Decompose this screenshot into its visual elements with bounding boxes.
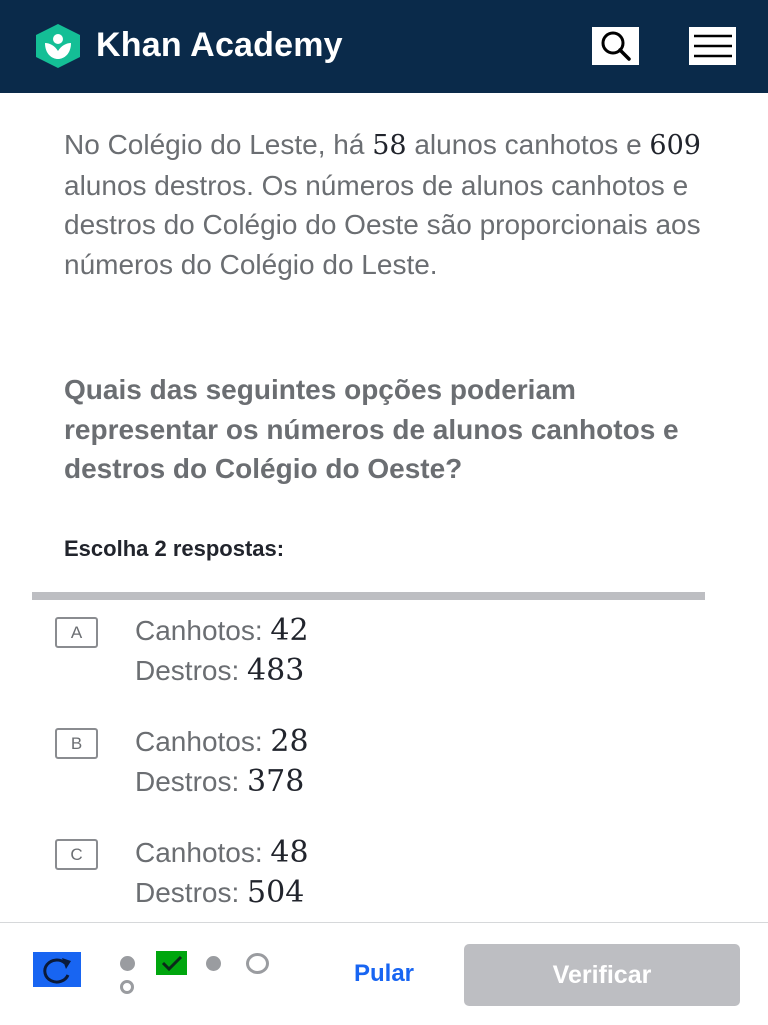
choice-value: 378 — [247, 764, 305, 799]
top-nav-bar: Khan Academy — [0, 0, 768, 93]
progress-correct-mark — [156, 951, 187, 975]
choice-value: 483 — [247, 653, 305, 688]
choice-label: Destros: — [135, 877, 248, 908]
skip-button[interactable]: Pular — [354, 960, 414, 988]
choice-text[interactable]: Canhotos: 48 Destros: 504 — [135, 833, 309, 913]
choice-label: Destros: — [135, 766, 248, 797]
choice-letter-box[interactable]: B — [55, 728, 98, 759]
question-text-part: No Colégio do Leste, há — [64, 129, 373, 160]
choice-c[interactable]: C Canhotos: 48 Destros: 504 — [55, 835, 655, 934]
progress-dot-current — [246, 953, 269, 974]
choice-label: Canhotos: — [135, 615, 271, 646]
question-text-part: alunos canhotos e — [406, 129, 650, 160]
choice-value: 42 — [270, 613, 309, 648]
exercise-footer: Pular Verificar — [0, 922, 768, 1025]
right-handed-count: 609 — [649, 130, 701, 161]
question-body: No Colégio do Leste, há 58 alunos canhot… — [64, 125, 714, 284]
verify-button[interactable]: Verificar — [464, 944, 740, 1006]
choice-label: Destros: — [135, 655, 248, 686]
choice-value: 504 — [247, 875, 305, 910]
choice-letter-box[interactable]: A — [55, 617, 98, 648]
choice-letter-box[interactable]: C — [55, 839, 98, 870]
menu-button[interactable] — [689, 27, 736, 65]
choice-b[interactable]: B Canhotos: 28 Destros: 378 — [55, 724, 655, 823]
progress-dot — [120, 956, 135, 971]
search-button[interactable] — [592, 27, 639, 65]
divider — [32, 592, 705, 600]
question-text-part: alunos destros. Os números de alunos can… — [64, 169, 701, 280]
choice-label: Canhotos: — [135, 726, 271, 757]
khan-academy-logo-icon[interactable] — [33, 24, 83, 68]
answer-instruction: Escolha 2 respostas: — [64, 536, 285, 561]
choice-value: 28 — [270, 724, 309, 759]
brand-name[interactable]: Khan Academy — [96, 26, 343, 65]
progress-dot — [120, 980, 134, 994]
question-text: No Colégio do Leste, há 58 alunos canhot… — [64, 125, 714, 284]
restart-button[interactable] — [33, 952, 81, 987]
question-prompt: Quais das seguintes opções poderiam repr… — [64, 374, 679, 484]
choice-value: 48 — [270, 835, 309, 870]
checkmark-icon — [161, 955, 182, 972]
choice-text[interactable]: Canhotos: 42 Destros: 483 — [135, 611, 309, 691]
choice-label: Canhotos: — [135, 837, 271, 868]
search-icon — [601, 31, 631, 61]
progress-dot — [206, 956, 221, 971]
refresh-icon — [43, 957, 71, 984]
choice-a[interactable]: A Canhotos: 42 Destros: 483 — [55, 613, 655, 712]
hamburger-menu-icon — [693, 34, 732, 58]
choice-text[interactable]: Canhotos: 28 Destros: 378 — [135, 722, 309, 802]
left-handed-count: 58 — [372, 130, 407, 161]
